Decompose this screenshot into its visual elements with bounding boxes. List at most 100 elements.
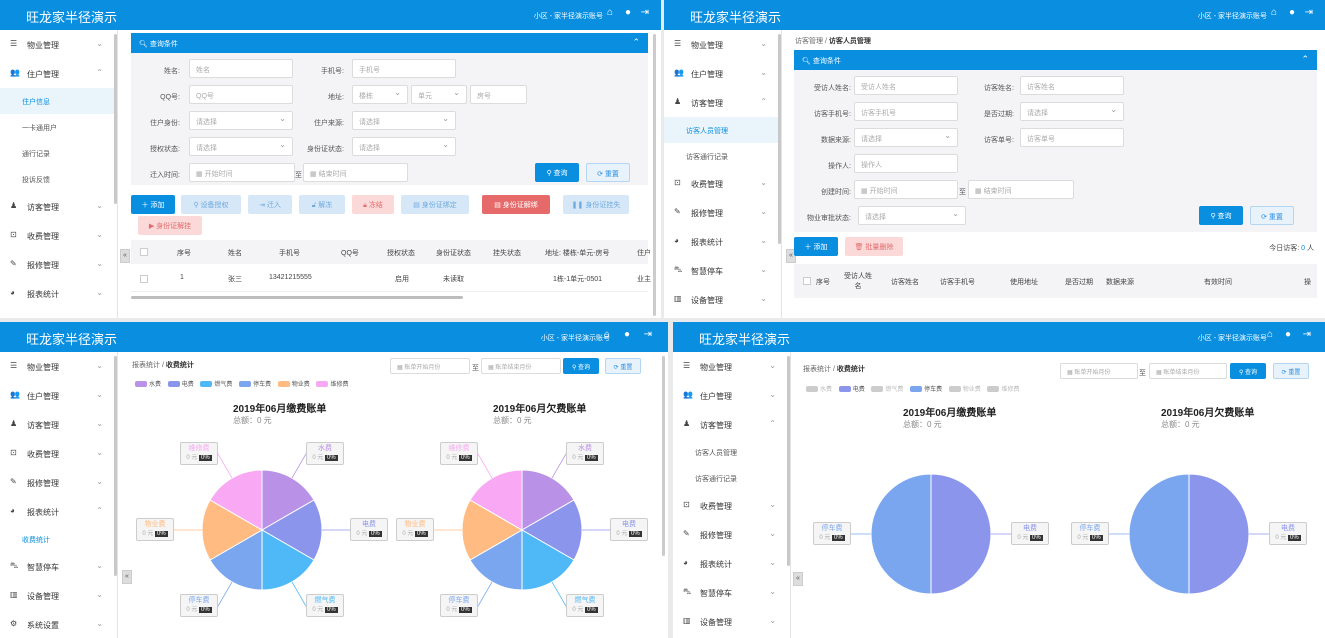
- sidebar-item-property[interactable]: ☰ 物业管理 ⌄: [0, 352, 117, 381]
- legend-item[interactable]: 水费: [806, 384, 832, 393]
- legend-item[interactable]: 燃气费: [871, 384, 903, 393]
- legend-item[interactable]: 电费: [838, 384, 865, 393]
- collapse-sidebar-button[interactable]: «: [120, 249, 130, 263]
- sidebar-item-visitor[interactable]: ♟ 访客管理 ⌄: [0, 192, 117, 221]
- query-header[interactable]: 🔍︎ 查询条件 ⌃: [131, 33, 648, 53]
- sidebar-item-parking[interactable]: ⛍ 智慧停车 ⌄: [664, 256, 781, 285]
- pie-slice[interactable]: [1188, 473, 1250, 595]
- unlost-id-button[interactable]: ▶ 身份证解挂: [138, 216, 202, 235]
- sidebar-item-visitor[interactable]: ♟ 访客管理 ⌃: [664, 88, 781, 117]
- sidebar-scrollbar[interactable]: [114, 356, 117, 576]
- building-select[interactable]: 楼栋: [352, 85, 408, 104]
- reset-button[interactable]: ⟳ 重置: [586, 163, 630, 182]
- legend-item[interactable]: 维修费: [316, 379, 348, 388]
- sidebar-sub-visitor-manage[interactable]: 访客人员管理: [664, 117, 781, 143]
- reset-button[interactable]: ⟳ 重置: [1250, 206, 1294, 225]
- created-end-input[interactable]: ▦ 结束时间: [968, 180, 1074, 199]
- visitor-name-input[interactable]: 访客姓名: [1020, 76, 1124, 95]
- home-icon[interactable]: ⌂: [1267, 329, 1273, 340]
- sidebar-item-property[interactable]: ☰ 物业管理 ⌄: [0, 30, 117, 59]
- idcard-select[interactable]: 请选择: [352, 137, 456, 156]
- pie-slice[interactable]: [1128, 473, 1190, 595]
- query-header[interactable]: 🔍︎ 查询条件 ⌃: [794, 50, 1317, 70]
- reset-button[interactable]: ⟳ 重置: [1273, 363, 1309, 379]
- sidebar-item-resident[interactable]: 👥 住户管理 ⌄: [664, 59, 781, 88]
- auth-select[interactable]: 请选择: [189, 137, 293, 156]
- move-in-button[interactable]: ⇥ 迁入: [248, 195, 292, 214]
- sidebar-item-visitor[interactable]: ♟ 访客管理 ⌄: [0, 410, 117, 439]
- lost-id-button[interactable]: ❚❚ 身份证挂失: [563, 195, 629, 214]
- select-all-checkbox[interactable]: [803, 277, 811, 285]
- account-label[interactable]: 小区 - 家半径演示账号: [1198, 333, 1267, 343]
- sidebar-item-parking[interactable]: ⛍ 智慧停车 ⌄: [673, 578, 790, 607]
- unit-select[interactable]: 单元: [411, 85, 467, 104]
- sidebar-item-repair[interactable]: ✎ 报修管理 ⌄: [0, 250, 117, 279]
- pie-slice[interactable]: [870, 473, 932, 595]
- sidebar-sub-fee-stat[interactable]: 收费统计: [0, 526, 117, 552]
- page-scrollbar[interactable]: [662, 356, 665, 556]
- sidebar-item-fee[interactable]: ⊡ 收费管理 ⌄: [0, 439, 117, 468]
- legend-item[interactable]: 停车费: [239, 379, 271, 388]
- sidebar-item-resident[interactable]: 👥 住户管理 ⌄: [0, 381, 117, 410]
- search-button[interactable]: ⚲ 查询: [1230, 363, 1266, 379]
- collapse-sidebar-button[interactable]: «: [793, 572, 803, 586]
- host-input[interactable]: 受访人姓名: [854, 76, 958, 95]
- sidebar-item-repair[interactable]: ✎ 报修管理 ⌄: [673, 520, 790, 549]
- table-scrollbar[interactable]: [131, 296, 463, 299]
- sidebar-item-fee[interactable]: ⊡ 收费管理 ⌄: [0, 221, 117, 250]
- sidebar-scrollbar[interactable]: [787, 356, 790, 566]
- logout-icon[interactable]: ⇥: [644, 329, 652, 340]
- legend-item[interactable]: 水费: [135, 379, 161, 388]
- sidebar-sub-visitor-pass[interactable]: 访客通行记录: [664, 143, 781, 169]
- qq-input[interactable]: QQ号: [189, 85, 293, 104]
- sidebar-item-device[interactable]: ▥ 设备管理 ⌄: [664, 285, 781, 314]
- sidebar-scrollbar[interactable]: [114, 34, 117, 204]
- identity-select[interactable]: 请选择: [189, 111, 293, 130]
- search-button[interactable]: ⚲ 查询: [563, 358, 599, 374]
- legend-item[interactable]: 停车费: [910, 384, 942, 393]
- legend-item[interactable]: 维修费: [987, 384, 1019, 393]
- sidebar-item-fee[interactable]: ⊡ 收费管理 ⌄: [673, 491, 790, 520]
- home-icon[interactable]: ⌂: [1271, 7, 1277, 18]
- collapse-sidebar-button[interactable]: «: [122, 570, 132, 584]
- search-button[interactable]: ⚲ 查询: [535, 163, 579, 182]
- visitor-phone-input[interactable]: 访客手机号: [854, 102, 958, 121]
- room-input[interactable]: 房号: [470, 85, 527, 104]
- created-start-input[interactable]: ▦ 开始时间: [854, 180, 958, 199]
- legend-item[interactable]: 物业费: [948, 384, 981, 393]
- sidebar-item-visitor[interactable]: ♟ 访客管理 ⌃: [673, 410, 790, 439]
- logout-icon[interactable]: ⇥: [1305, 7, 1313, 18]
- account-label[interactable]: 小区 - 家半径演示账号: [1198, 11, 1267, 21]
- name-input[interactable]: 姓名: [189, 59, 293, 78]
- sidebar-item-fee[interactable]: ⊡ 收费管理 ⌄: [664, 169, 781, 198]
- movein-end-input[interactable]: ▦ 结束时间: [303, 163, 408, 182]
- reset-button[interactable]: ⟳ 重置: [605, 358, 641, 374]
- end-month-input[interactable]: ▦ 账单结束月份: [481, 358, 561, 374]
- expired-select[interactable]: 请选择: [1020, 102, 1124, 121]
- phone-input[interactable]: 手机号: [352, 59, 456, 78]
- start-month-input[interactable]: ▦ 账单开始月份: [390, 358, 470, 374]
- user-icon[interactable]: ●: [625, 7, 631, 18]
- unfreeze-button[interactable]: 🔓︎ 解冻: [299, 195, 345, 214]
- sidebar-item-resident[interactable]: 👥 住户管理 ⌃: [0, 59, 117, 88]
- sidebar-item-parking[interactable]: ⛍ 智慧停车 ⌄: [0, 552, 117, 581]
- sidebar-sub-visitor-pass[interactable]: 访客通行记录: [673, 465, 790, 491]
- sidebar-item-report[interactable]: ◕ 报表统计 ⌄: [673, 549, 790, 578]
- account-label[interactable]: 小区 - 家半径演示账号: [541, 333, 610, 343]
- logout-icon[interactable]: ⇥: [641, 7, 649, 18]
- page-scrollbar[interactable]: [653, 34, 656, 316]
- operator-input[interactable]: 操作人: [854, 154, 958, 173]
- chevron-up-icon[interactable]: ⌃: [1301, 54, 1309, 65]
- sidebar-item-resident[interactable]: 👥 住户管理 ⌄: [673, 381, 790, 410]
- sidebar-item-repair[interactable]: ✎ 报修管理 ⌄: [0, 468, 117, 497]
- search-button[interactable]: ⚲ 查询: [1199, 206, 1243, 225]
- sidebar-sub-pass-record[interactable]: 通行记录: [0, 140, 117, 166]
- user-icon[interactable]: ●: [624, 329, 630, 340]
- sidebar-scrollbar[interactable]: [778, 34, 781, 244]
- add-button[interactable]: ＋ 添加: [794, 237, 838, 256]
- pie-slice[interactable]: [930, 473, 992, 595]
- user-icon[interactable]: ●: [1289, 7, 1295, 18]
- account-label[interactable]: 小区 - 家半径演示账号: [534, 11, 603, 21]
- sidebar-item-report[interactable]: ◕ 报表统计 ⌄: [664, 227, 781, 256]
- batch-delete-button[interactable]: 🗑︎ 批量删除: [845, 237, 903, 256]
